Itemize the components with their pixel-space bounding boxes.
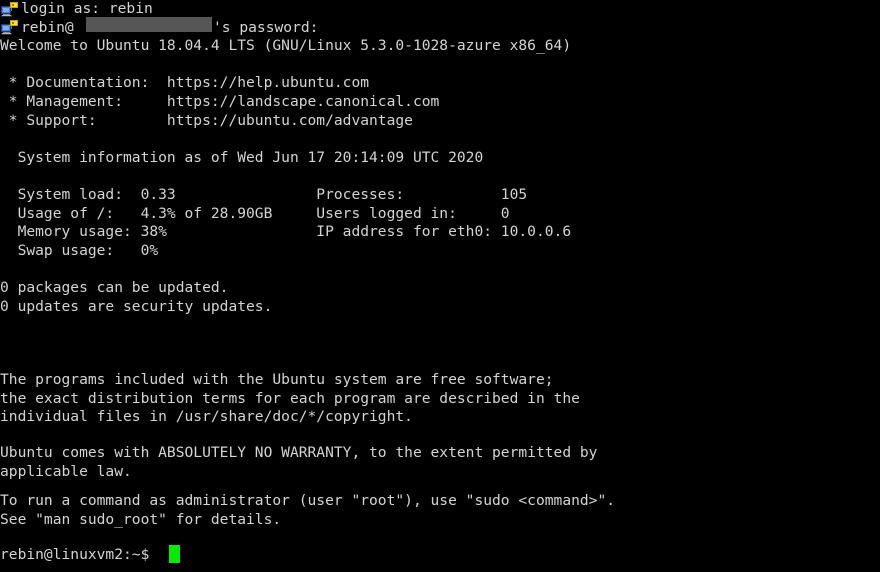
- warranty-line-1: Ubuntu comes with ABSOLUTELY NO WARRANTY…: [0, 444, 598, 461]
- password-prompt-suffix: 's password:: [213, 18, 319, 36]
- packages-updatable-line: 0 packages can be updated.: [0, 279, 229, 297]
- terminal-cursor[interactable]: [169, 545, 180, 563]
- hostname-redaction-block: [86, 17, 212, 32]
- legal-line-2: the exact distribution terms for each pr…: [0, 389, 580, 407]
- shell-prompt: rebin@linuxvm2:~$: [0, 546, 150, 563]
- documentation-line: * Documentation: https://help.ubuntu.com: [0, 74, 370, 92]
- warranty-line-2: applicable law.: [0, 462, 132, 480]
- terminal-screen[interactable]: login as: rebin rebin@ 's password: Welc…: [0, 0, 880, 572]
- password-prompt-prefix: rebin@: [21, 18, 74, 36]
- management-line: * Management: https://landscape.canonica…: [0, 93, 440, 111]
- sysinfo-row-swap-usage: Swap usage: 0%: [0, 242, 159, 260]
- sysinfo-row-system-load: System load: 0.33 Processes: 105: [0, 186, 528, 204]
- legal-line-1: The programs included with the Ubuntu sy…: [0, 371, 554, 388]
- sysinfo-row-usage-of-root: Usage of /: 4.3% of 28.90GB Users logged…: [0, 204, 510, 222]
- security-updates-line: 0 updates are security updates.: [0, 297, 273, 315]
- welcome-line: Welcome to Ubuntu 18.04.4 LTS (GNU/Linux…: [0, 37, 572, 55]
- sysinfo-row-memory-usage: Memory usage: 38% IP address for eth0: 1…: [0, 223, 572, 241]
- sysinfo-header-line: System information as of Wed Jun 17 20:1…: [0, 148, 484, 166]
- sudo-help-line-2: See "man sudo_root" for details.: [0, 510, 282, 528]
- sudo-help-line-1: To run a command as administrator (user …: [0, 492, 616, 509]
- support-line: * Support: https://ubuntu.com/advantage: [0, 111, 413, 129]
- login-as-line: login as: rebin: [21, 0, 153, 17]
- legal-line-3: individual files in /usr/share/doc/*/cop…: [0, 408, 413, 426]
